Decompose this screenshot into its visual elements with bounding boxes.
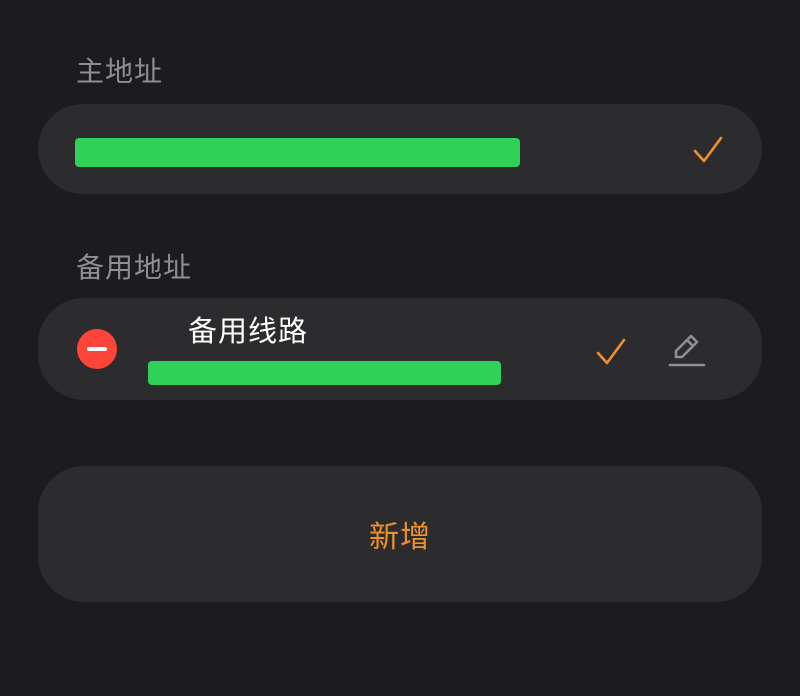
backup-section-label: 备用地址 (76, 251, 193, 284)
address-settings-screen: 主地址 备用地址 备用线路 新增 (0, 0, 800, 696)
backup-address-row[interactable]: 备用线路 (38, 298, 762, 400)
primary-address-redacted (75, 138, 520, 167)
backup-line-name: 备用线路 (188, 314, 309, 348)
pencil-icon[interactable] (667, 330, 707, 370)
checkmark-icon[interactable] (595, 336, 627, 368)
checkmark-icon (693, 136, 723, 163)
primary-address-row[interactable] (38, 104, 762, 194)
add-button-label: 新增 (369, 520, 431, 555)
backup-address-redacted (148, 361, 501, 385)
minus-circle-icon[interactable] (77, 329, 117, 369)
add-address-button[interactable]: 新增 (38, 466, 762, 602)
primary-section-label: 主地址 (76, 55, 164, 88)
minus-bar (87, 347, 107, 351)
